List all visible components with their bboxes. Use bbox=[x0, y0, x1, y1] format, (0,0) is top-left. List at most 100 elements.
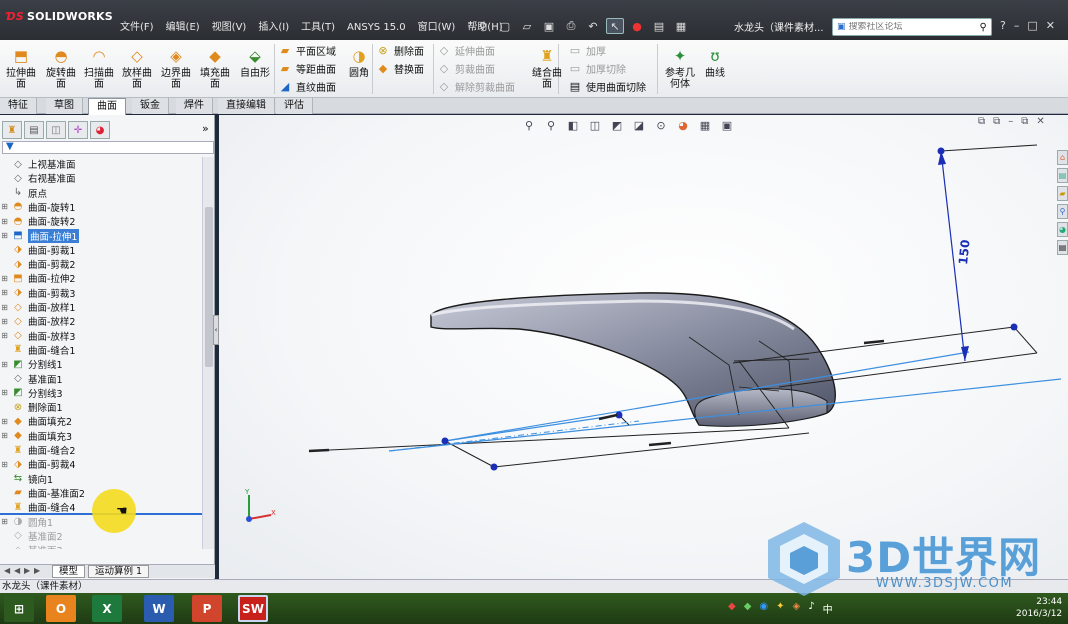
thicken-button[interactable]: ▭ 加厚 bbox=[568, 41, 606, 59]
search-scope-icon[interactable]: ▣ bbox=[837, 22, 846, 32]
trim-surface-button[interactable]: ◇ 剪裁曲面 bbox=[437, 59, 495, 77]
knit-surface-button[interactable]: ♜ 缝合曲面 bbox=[528, 46, 566, 92]
word-taskbar-icon[interactable]: W bbox=[144, 595, 174, 622]
tree-node[interactable]: ⊞ ◩ 分割线1 bbox=[0, 357, 62, 372]
expand-icon[interactable]: ⊞ bbox=[0, 317, 9, 326]
menu-item[interactable]: 编辑(E) bbox=[160, 20, 206, 36]
tree-node[interactable]: ⊞ ⬒ 曲面-拉伸2 bbox=[0, 271, 75, 286]
expand-icon[interactable]: ⊞ bbox=[0, 331, 9, 340]
loft-surface-button[interactable]: ◇ 放样曲面 bbox=[118, 46, 156, 92]
tab-model[interactable]: 模型 bbox=[52, 565, 86, 578]
new-document-icon[interactable]: ▢ bbox=[496, 18, 514, 34]
options-icon[interactable]: ▦ bbox=[672, 18, 690, 34]
nav-first-icon[interactable]: ◀ bbox=[4, 566, 10, 575]
extrude-surface-button[interactable]: ⬒ 拉伸曲面 bbox=[2, 46, 40, 92]
menu-item[interactable]: 文件(F) bbox=[114, 20, 160, 36]
tree-node[interactable]: ⊞ ⬒ 曲面-拉伸1 bbox=[0, 228, 80, 243]
search-icon[interactable]: ⚲ bbox=[980, 22, 987, 33]
nav-last-icon[interactable]: ▶ bbox=[34, 566, 40, 575]
open-folder-icon[interactable]: ▱ bbox=[518, 18, 536, 34]
property-manager-tab-icon[interactable]: ▤ bbox=[24, 121, 44, 139]
tray-icon[interactable]: ◆ bbox=[728, 601, 736, 616]
expand-icon[interactable]: ⊞ bbox=[0, 431, 9, 440]
nav-next-icon[interactable]: ▶ bbox=[24, 566, 30, 575]
dimension-label[interactable]: 150 bbox=[956, 239, 973, 265]
graphics-area[interactable]: ⚲ ⚲ ◧ ◫ ◩ ◪ ⊙ ◕ ▦ ▣ ⧉ ⧉ – ⧉ ✕ ⌂ ▤ ▰ ⚲ ◕ … bbox=[219, 115, 1068, 579]
sweep-surface-button[interactable]: ◠ 扫描曲面 bbox=[80, 46, 118, 92]
tree-node[interactable]: ⊞ ◇ 曲面-放样2 bbox=[0, 314, 75, 329]
volume-icon[interactable]: ♪ bbox=[808, 601, 814, 616]
reference-geometry-button[interactable]: ✦ 参考几何体 bbox=[661, 46, 699, 92]
tree-node[interactable]: ♜ 曲面-缝合1 bbox=[0, 343, 76, 357]
minimize-icon[interactable]: – bbox=[1014, 19, 1020, 32]
tree-node[interactable]: ♜ 曲面-缝合2 bbox=[0, 443, 76, 458]
tab-3[interactable]: 钣金 bbox=[132, 98, 169, 114]
tree-node[interactable]: ⊞ ◓ 曲面-旋转2 bbox=[0, 214, 75, 229]
freeform-button[interactable]: ⬙ 自由形 bbox=[236, 46, 274, 92]
expand-icon[interactable]: ⊞ bbox=[0, 360, 9, 369]
faucet-body[interactable] bbox=[430, 292, 836, 427]
tray-icon[interactable]: ◈ bbox=[793, 601, 801, 616]
planar-surface-button[interactable]: ▰ 平面区域 bbox=[278, 41, 336, 59]
expand-icon[interactable]: ⊞ bbox=[0, 202, 9, 211]
tree-node[interactable]: ◇ 上视基准面 bbox=[0, 157, 75, 172]
expand-icon[interactable]: ⊞ bbox=[0, 417, 9, 426]
tree-node[interactable]: ⊞ ⬗ 曲面-剪裁4 bbox=[0, 457, 75, 472]
fillet-button[interactable]: ◑ 圆角 bbox=[340, 46, 378, 92]
menu-item[interactable]: 视图(V) bbox=[206, 20, 253, 36]
menu-item[interactable]: 工具(T) bbox=[295, 20, 341, 36]
tree-node[interactable]: ◇基准面3 bbox=[0, 543, 62, 549]
tree-scrollbar[interactable] bbox=[202, 157, 214, 549]
ruled-surface-button[interactable]: ◢ 直纹曲面 bbox=[278, 77, 336, 95]
powerpoint-taskbar-icon[interactable]: P bbox=[192, 595, 222, 622]
model-drawing[interactable]: 150 Y X bbox=[219, 115, 1068, 579]
panel-expand-icon[interactable]: » bbox=[202, 122, 209, 135]
tree-node[interactable]: ⊞ ◑ 圆角1 bbox=[0, 515, 53, 529]
search-box[interactable]: ▣ ⚲ bbox=[832, 18, 992, 36]
extend-surface-button[interactable]: ◇ 延伸曲面 bbox=[437, 41, 495, 59]
outlook-taskbar-icon[interactable]: O bbox=[46, 595, 76, 622]
undo-icon[interactable]: ↶ bbox=[584, 18, 602, 34]
tree-node[interactable]: ⊞ ◇ 曲面-放样3 bbox=[0, 329, 75, 343]
select-pointer-icon[interactable]: ↖ bbox=[606, 18, 624, 34]
tab-5[interactable]: 直接编辑 bbox=[218, 98, 275, 114]
tree-node[interactable]: ▰ 曲面-基准面2 bbox=[0, 486, 85, 500]
tree-node[interactable]: ◇ 基准面1 bbox=[0, 372, 62, 386]
tab-2[interactable]: 曲面 bbox=[88, 98, 126, 115]
ime-indicator[interactable]: 中 bbox=[823, 601, 833, 616]
clock[interactable]: 23:44 2016/3/12 bbox=[1016, 596, 1062, 620]
curves-button[interactable]: ʊ 曲线 bbox=[696, 46, 734, 92]
tree-node[interactable]: ⊞ ◇ 曲面-放样1 bbox=[0, 300, 75, 315]
tree-node[interactable]: ◇ 基准面2 bbox=[0, 529, 62, 543]
menu-item[interactable]: ANSYS 15.0 bbox=[341, 20, 412, 36]
tree-node[interactable]: ↳ 原点 bbox=[0, 186, 47, 200]
windows-start-taskbar-icon[interactable]: ⊞ bbox=[4, 595, 34, 622]
tab-4[interactable]: 焊件 bbox=[176, 98, 213, 114]
menu-item[interactable]: 窗口(W) bbox=[412, 20, 462, 36]
file-properties-icon[interactable]: ▤ bbox=[650, 18, 668, 34]
dimxpert-tab-icon[interactable]: ✛ bbox=[68, 121, 88, 139]
expand-icon[interactable]: ⊞ bbox=[0, 460, 9, 469]
tree-node[interactable]: ⊞ ◆ 曲面填充2 bbox=[0, 414, 72, 429]
nav-prev-icon[interactable]: ◀ bbox=[14, 566, 20, 575]
maximize-icon[interactable]: □ bbox=[1027, 19, 1037, 32]
tree-node[interactable]: ⊞ ⬗ 曲面-剪裁3 bbox=[0, 286, 75, 300]
expand-icon[interactable]: ⊞ bbox=[0, 288, 9, 297]
menu-item[interactable]: 插入(I) bbox=[252, 20, 295, 36]
tab-motion-study[interactable]: 运动算例 1 bbox=[88, 565, 150, 578]
thicken-cut-button[interactable]: ▭ 加厚切除 bbox=[568, 59, 626, 77]
expand-icon[interactable]: ⊞ bbox=[0, 388, 9, 397]
revolve-surface-button[interactable]: ◓ 旋转曲面 bbox=[42, 46, 80, 92]
boundary-surface-button[interactable]: ◈ 边界曲面 bbox=[157, 46, 195, 92]
print-icon[interactable]: ⎙ bbox=[562, 18, 580, 34]
expand-icon[interactable]: ⊞ bbox=[0, 274, 9, 283]
expand-icon[interactable]: ⊞ bbox=[0, 217, 9, 226]
tree-node[interactable]: ⬗ 曲面-剪裁1 bbox=[0, 243, 75, 257]
rebuild-traffic-light-icon[interactable]: ● bbox=[628, 18, 646, 34]
surface-cut-button[interactable]: ▤ 使用曲面切除 bbox=[568, 77, 646, 95]
tray-icon[interactable]: ◉ bbox=[759, 601, 768, 616]
delete-face-button[interactable]: ⊗ 删除面 bbox=[376, 41, 424, 59]
tree-node[interactable]: ⊞ ◆ 曲面填充3 bbox=[0, 429, 72, 443]
tray-icon[interactable]: ◆ bbox=[744, 601, 752, 616]
tree-node[interactable]: ⊞ ◓ 曲面-旋转1 bbox=[0, 200, 75, 214]
